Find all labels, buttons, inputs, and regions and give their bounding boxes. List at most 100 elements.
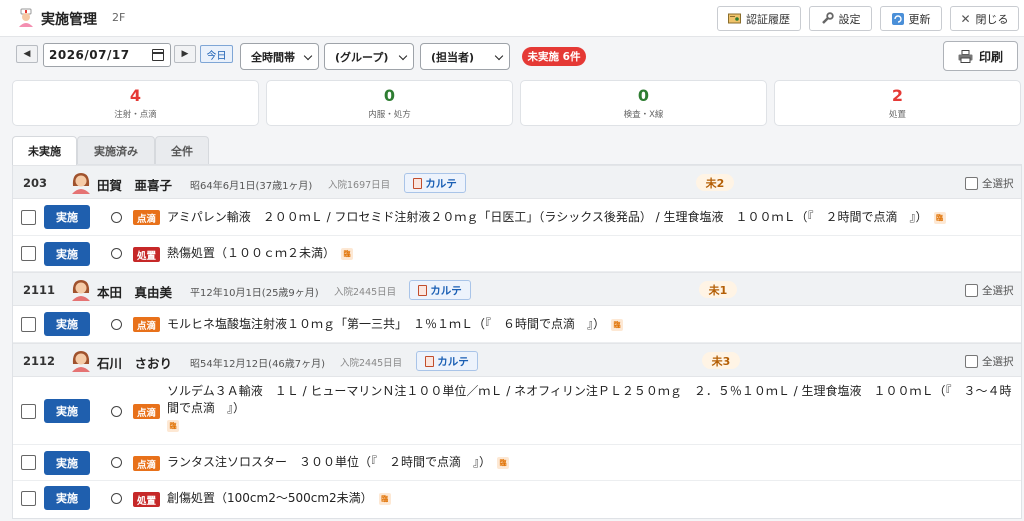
admission-days: 入院1697日目 bbox=[328, 180, 391, 191]
execute-button[interactable]: 実施 bbox=[44, 399, 90, 423]
patient-birthdate: 平12年10月1日(25歳9ヶ月) bbox=[190, 288, 319, 299]
next-day-button[interactable]: ▶ bbox=[174, 45, 196, 63]
checkbox-icon[interactable] bbox=[965, 355, 978, 368]
order-description: 創傷処置（100cm2〜500cm2未満） 臨 bbox=[167, 490, 391, 507]
order-text: 創傷処置（100cm2〜500cm2未満） bbox=[167, 491, 373, 505]
execute-button[interactable]: 実施 bbox=[44, 312, 90, 336]
temporary-order-icon: 臨 bbox=[933, 212, 946, 224]
chevron-down-icon bbox=[303, 51, 313, 61]
refresh-button[interactable]: 更新 bbox=[880, 6, 942, 31]
pending-count-badge: 未実施 6件 bbox=[522, 47, 586, 66]
pending-count: 未3 bbox=[702, 352, 740, 369]
select-all-checkbox[interactable]: 全選択 bbox=[965, 176, 1014, 191]
order-checkbox[interactable] bbox=[21, 317, 36, 332]
order-checkbox[interactable] bbox=[21, 404, 36, 419]
order-checkbox[interactable] bbox=[21, 491, 36, 506]
room-number: 2111 bbox=[23, 283, 56, 297]
order-description: ランタス注ソロスター ３００単位（『 ２時間で点滴 』） 臨 bbox=[167, 454, 510, 471]
order-row: 実施 処置 熱傷処置（１００ｃｍ２未満） 臨 bbox=[13, 236, 1021, 272]
settings-button[interactable]: 設定 bbox=[809, 6, 872, 31]
group-select[interactable]: (グループ) bbox=[324, 43, 414, 70]
summary-card-injection[interactable]: 4 注射・点滴 bbox=[12, 80, 259, 126]
select-all-label: 全選択 bbox=[982, 356, 1014, 368]
date-value: 2026/07/17 bbox=[49, 48, 130, 62]
date-input[interactable]: 2026/07/17 bbox=[43, 43, 171, 67]
time-select[interactable]: 全時間帯 bbox=[240, 43, 319, 70]
order-row: 実施 点滴 モルヒネ塩酸塩注射液１０ｍｇ「第一三共」 １％１ｍＬ（『 ６時間で点… bbox=[13, 306, 1021, 343]
select-all-checkbox[interactable]: 全選択 bbox=[965, 283, 1014, 298]
group-select-value: (グループ) bbox=[335, 50, 389, 64]
auth-history-button[interactable]: 認証履歴 bbox=[717, 6, 801, 31]
order-description: ソルデム３Ａ輸液 １Ｌ / ヒューマリンＮ注１００単位／ｍＬ / ネオフィリン注… bbox=[167, 383, 1017, 434]
summary-card-exam[interactable]: 0 検査・X線 bbox=[520, 80, 767, 126]
prev-day-button[interactable]: ◀ bbox=[16, 45, 38, 63]
print-button[interactable]: 印刷 bbox=[943, 41, 1018, 71]
category-badge: 点滴 bbox=[133, 317, 161, 332]
temporary-order-icon: 臨 bbox=[611, 319, 624, 331]
calendar-icon[interactable] bbox=[152, 49, 164, 61]
select-all-checkbox[interactable]: 全選択 bbox=[965, 354, 1014, 369]
status-circle-icon bbox=[111, 319, 122, 330]
close-button[interactable]: ✕ 閉じる bbox=[950, 6, 1019, 31]
close-label: 閉じる bbox=[975, 12, 1009, 26]
print-label: 印刷 bbox=[978, 49, 1003, 64]
floor-label: 2F bbox=[112, 11, 126, 24]
printer-icon bbox=[958, 49, 973, 63]
order-text: ランタス注ソロスター ３００単位（『 ２時間で点滴 』） bbox=[167, 455, 492, 469]
karte-button[interactable]: カルテ bbox=[409, 280, 471, 300]
wrench-icon bbox=[821, 12, 834, 24]
order-description: モルヒネ塩酸塩注射液１０ｍｇ「第一三共」 １％１ｍＬ（『 ６時間で点滴 』） 臨 bbox=[167, 316, 624, 333]
karte-icon bbox=[425, 355, 435, 367]
order-checkbox[interactable] bbox=[21, 246, 36, 261]
execute-button[interactable]: 実施 bbox=[44, 451, 90, 475]
filter-toolbar: ◀ 2026/07/17 ▶ 今日 全時間帯 (グループ) (担当者) 未実施 … bbox=[0, 37, 1024, 77]
tab-done[interactable]: 実施済み bbox=[77, 136, 155, 164]
summary-card-treatment[interactable]: 2 処置 bbox=[774, 80, 1021, 126]
close-icon: ✕ bbox=[960, 11, 971, 26]
patient-group-header: 203 田賀 亜喜子 昭64年6月1日(37歳1ヶ月) 入院1697日目 カルテ… bbox=[13, 165, 1021, 199]
category-badge: 点滴 bbox=[133, 210, 161, 225]
patient-avatar bbox=[72, 280, 90, 301]
checkbox-icon[interactable] bbox=[965, 177, 978, 190]
summary-count: 2 bbox=[891, 86, 904, 105]
order-row: 実施 点滴 ランタス注ソロスター ３００単位（『 ２時間で点滴 』） 臨 bbox=[13, 445, 1021, 481]
summary-label: 検査・X線 bbox=[623, 110, 664, 120]
order-checkbox[interactable] bbox=[21, 455, 36, 470]
order-text: ソルデム３Ａ輸液 １Ｌ / ヒューマリンＮ注１００単位／ｍＬ / ネオフィリン注… bbox=[167, 384, 1012, 415]
status-circle-icon bbox=[111, 248, 122, 259]
order-text: 熱傷処置（１００ｃｍ２未満） bbox=[167, 246, 336, 260]
karte-icon bbox=[413, 177, 423, 189]
summary-card-oral[interactable]: 0 内服・処方 bbox=[266, 80, 513, 126]
summary-count: 4 bbox=[129, 86, 142, 105]
prev-arrow-icon: ◀ bbox=[23, 49, 31, 59]
order-row: 実施 点滴 ソルデム３Ａ輸液 １Ｌ / ヒューマリンＮ注１００単位／ｍＬ / ネ… bbox=[13, 377, 1021, 445]
refresh-icon bbox=[891, 12, 904, 25]
today-button[interactable]: 今日 bbox=[200, 45, 233, 63]
staff-select[interactable]: (担当者) bbox=[420, 43, 510, 70]
karte-icon bbox=[418, 284, 428, 296]
category-badge: 点滴 bbox=[133, 404, 161, 419]
tab-not-done[interactable]: 未実施 bbox=[12, 136, 77, 165]
patient-avatar bbox=[72, 173, 90, 194]
settings-label: 設定 bbox=[838, 12, 861, 26]
execute-button[interactable]: 実施 bbox=[44, 486, 90, 510]
execute-button[interactable]: 実施 bbox=[44, 242, 90, 266]
order-checkbox[interactable] bbox=[21, 210, 36, 225]
order-row: 実施 点滴 アミパレン輸液 ２００ｍＬ / フロセミド注射液２０ｍｇ「日医工」（… bbox=[13, 199, 1021, 236]
nurse-logo-icon bbox=[19, 8, 33, 27]
tab-all[interactable]: 全件 bbox=[155, 136, 209, 164]
checkbox-icon[interactable] bbox=[965, 284, 978, 297]
karte-button[interactable]: カルテ bbox=[404, 173, 466, 193]
patient-name[interactable]: 本田 真由美 bbox=[97, 282, 172, 301]
temporary-order-icon: 臨 bbox=[341, 248, 354, 260]
summary-label: 内服・処方 bbox=[368, 110, 411, 120]
karte-button[interactable]: カルテ bbox=[416, 351, 478, 371]
temporary-order-icon: 臨 bbox=[497, 457, 510, 469]
staff-select-value: (担当者) bbox=[431, 50, 475, 64]
patient-name[interactable]: 田賀 亜喜子 bbox=[97, 175, 172, 194]
execute-button[interactable]: 実施 bbox=[44, 205, 90, 229]
time-select-value: 全時間帯 bbox=[251, 50, 295, 64]
temporary-order-icon: 臨 bbox=[378, 493, 391, 505]
next-arrow-icon: ▶ bbox=[181, 49, 189, 59]
patient-name[interactable]: 石川 さおり bbox=[97, 353, 172, 372]
